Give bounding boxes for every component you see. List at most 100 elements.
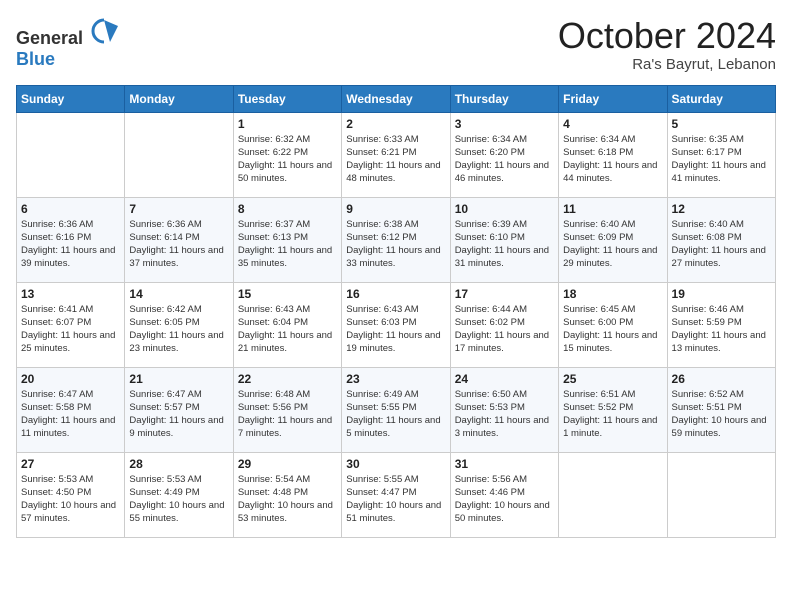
week-row-3: 13 Sunrise: 6:41 AMSunset: 6:07 PMDaylig…: [17, 282, 776, 367]
header-day-saturday: Saturday: [667, 85, 775, 112]
calendar-cell: 1 Sunrise: 6:32 AMSunset: 6:22 PMDayligh…: [233, 112, 341, 197]
day-detail: Sunrise: 6:41 AMSunset: 6:07 PMDaylight:…: [21, 303, 120, 356]
day-number: 29: [238, 457, 337, 471]
calendar-cell: 29 Sunrise: 5:54 AMSunset: 4:48 PMDaylig…: [233, 452, 341, 537]
day-number: 7: [129, 202, 228, 216]
day-number: 10: [455, 202, 554, 216]
day-detail: Sunrise: 5:54 AMSunset: 4:48 PMDaylight:…: [238, 473, 337, 526]
day-detail: Sunrise: 6:34 AMSunset: 6:18 PMDaylight:…: [563, 133, 662, 186]
day-number: 15: [238, 287, 337, 301]
calendar-cell: [559, 452, 667, 537]
calendar-cell: 14 Sunrise: 6:42 AMSunset: 6:05 PMDaylig…: [125, 282, 233, 367]
calendar-cell: 6 Sunrise: 6:36 AMSunset: 6:16 PMDayligh…: [17, 197, 125, 282]
day-detail: Sunrise: 6:40 AMSunset: 6:09 PMDaylight:…: [563, 218, 662, 271]
day-detail: Sunrise: 6:35 AMSunset: 6:17 PMDaylight:…: [672, 133, 771, 186]
week-row-5: 27 Sunrise: 5:53 AMSunset: 4:50 PMDaylig…: [17, 452, 776, 537]
day-detail: Sunrise: 6:43 AMSunset: 6:03 PMDaylight:…: [346, 303, 445, 356]
calendar-cell: 23 Sunrise: 6:49 AMSunset: 5:55 PMDaylig…: [342, 367, 450, 452]
day-number: 5: [672, 117, 771, 131]
day-detail: Sunrise: 6:42 AMSunset: 6:05 PMDaylight:…: [129, 303, 228, 356]
day-detail: Sunrise: 5:55 AMSunset: 4:47 PMDaylight:…: [346, 473, 445, 526]
day-detail: Sunrise: 6:47 AMSunset: 5:58 PMDaylight:…: [21, 388, 120, 441]
day-number: 22: [238, 372, 337, 386]
day-detail: Sunrise: 6:45 AMSunset: 6:00 PMDaylight:…: [563, 303, 662, 356]
calendar-cell: 10 Sunrise: 6:39 AMSunset: 6:10 PMDaylig…: [450, 197, 558, 282]
day-number: 3: [455, 117, 554, 131]
calendar-cell: 7 Sunrise: 6:36 AMSunset: 6:14 PMDayligh…: [125, 197, 233, 282]
week-row-2: 6 Sunrise: 6:36 AMSunset: 6:16 PMDayligh…: [17, 197, 776, 282]
calendar-cell: 2 Sunrise: 6:33 AMSunset: 6:21 PMDayligh…: [342, 112, 450, 197]
calendar-cell: 15 Sunrise: 6:43 AMSunset: 6:04 PMDaylig…: [233, 282, 341, 367]
day-number: 31: [455, 457, 554, 471]
calendar-cell: [667, 452, 775, 537]
week-row-1: 1 Sunrise: 6:32 AMSunset: 6:22 PMDayligh…: [17, 112, 776, 197]
day-detail: Sunrise: 6:43 AMSunset: 6:04 PMDaylight:…: [238, 303, 337, 356]
calendar-cell: [17, 112, 125, 197]
day-detail: Sunrise: 6:39 AMSunset: 6:10 PMDaylight:…: [455, 218, 554, 271]
calendar-cell: 31 Sunrise: 5:56 AMSunset: 4:46 PMDaylig…: [450, 452, 558, 537]
day-detail: Sunrise: 6:44 AMSunset: 6:02 PMDaylight:…: [455, 303, 554, 356]
header-day-sunday: Sunday: [17, 85, 125, 112]
day-number: 28: [129, 457, 228, 471]
calendar-table: SundayMondayTuesdayWednesdayThursdayFrid…: [16, 85, 776, 538]
calendar-cell: 11 Sunrise: 6:40 AMSunset: 6:09 PMDaylig…: [559, 197, 667, 282]
calendar-cell: 13 Sunrise: 6:41 AMSunset: 6:07 PMDaylig…: [17, 282, 125, 367]
calendar-cell: 22 Sunrise: 6:48 AMSunset: 5:56 PMDaylig…: [233, 367, 341, 452]
day-detail: Sunrise: 5:53 AMSunset: 4:50 PMDaylight:…: [21, 473, 120, 526]
day-number: 24: [455, 372, 554, 386]
day-number: 1: [238, 117, 337, 131]
day-detail: Sunrise: 6:37 AMSunset: 6:13 PMDaylight:…: [238, 218, 337, 271]
calendar-cell: 20 Sunrise: 6:47 AMSunset: 5:58 PMDaylig…: [17, 367, 125, 452]
header-day-friday: Friday: [559, 85, 667, 112]
calendar-cell: 12 Sunrise: 6:40 AMSunset: 6:08 PMDaylig…: [667, 197, 775, 282]
header-day-tuesday: Tuesday: [233, 85, 341, 112]
day-detail: Sunrise: 6:40 AMSunset: 6:08 PMDaylight:…: [672, 218, 771, 271]
header-day-monday: Monday: [125, 85, 233, 112]
title-block: October 2024 Ra's Bayrut, Lebanon: [558, 16, 776, 73]
day-number: 9: [346, 202, 445, 216]
month-title: October 2024: [558, 16, 776, 56]
day-detail: Sunrise: 6:52 AMSunset: 5:51 PMDaylight:…: [672, 388, 771, 441]
logo-blue: Blue: [16, 49, 55, 69]
day-number: 30: [346, 457, 445, 471]
day-detail: Sunrise: 6:50 AMSunset: 5:53 PMDaylight:…: [455, 388, 554, 441]
day-number: 2: [346, 117, 445, 131]
day-detail: Sunrise: 6:38 AMSunset: 6:12 PMDaylight:…: [346, 218, 445, 271]
day-detail: Sunrise: 5:53 AMSunset: 4:49 PMDaylight:…: [129, 473, 228, 526]
day-number: 27: [21, 457, 120, 471]
day-number: 17: [455, 287, 554, 301]
calendar-cell: 17 Sunrise: 6:44 AMSunset: 6:02 PMDaylig…: [450, 282, 558, 367]
day-number: 12: [672, 202, 771, 216]
location-title: Ra's Bayrut, Lebanon: [558, 56, 776, 73]
calendar-cell: 16 Sunrise: 6:43 AMSunset: 6:03 PMDaylig…: [342, 282, 450, 367]
calendar-cell: 3 Sunrise: 6:34 AMSunset: 6:20 PMDayligh…: [450, 112, 558, 197]
header-day-wednesday: Wednesday: [342, 85, 450, 112]
day-detail: Sunrise: 6:47 AMSunset: 5:57 PMDaylight:…: [129, 388, 228, 441]
calendar-cell: 30 Sunrise: 5:55 AMSunset: 4:47 PMDaylig…: [342, 452, 450, 537]
logo: General Blue: [16, 16, 118, 70]
logo-text: General Blue: [16, 16, 118, 70]
day-number: 8: [238, 202, 337, 216]
day-number: 21: [129, 372, 228, 386]
page-header: General Blue October 2024 Ra's Bayrut, L…: [16, 16, 776, 73]
week-row-4: 20 Sunrise: 6:47 AMSunset: 5:58 PMDaylig…: [17, 367, 776, 452]
calendar-cell: 19 Sunrise: 6:46 AMSunset: 5:59 PMDaylig…: [667, 282, 775, 367]
day-detail: Sunrise: 6:46 AMSunset: 5:59 PMDaylight:…: [672, 303, 771, 356]
day-detail: Sunrise: 6:51 AMSunset: 5:52 PMDaylight:…: [563, 388, 662, 441]
day-detail: Sunrise: 5:56 AMSunset: 4:46 PMDaylight:…: [455, 473, 554, 526]
calendar-cell: [125, 112, 233, 197]
day-detail: Sunrise: 6:48 AMSunset: 5:56 PMDaylight:…: [238, 388, 337, 441]
calendar-cell: 9 Sunrise: 6:38 AMSunset: 6:12 PMDayligh…: [342, 197, 450, 282]
day-detail: Sunrise: 6:36 AMSunset: 6:14 PMDaylight:…: [129, 218, 228, 271]
day-number: 4: [563, 117, 662, 131]
day-number: 14: [129, 287, 228, 301]
header-row: SundayMondayTuesdayWednesdayThursdayFrid…: [17, 85, 776, 112]
logo-icon: [90, 16, 118, 44]
header-day-thursday: Thursday: [450, 85, 558, 112]
day-number: 25: [563, 372, 662, 386]
calendar-cell: 25 Sunrise: 6:51 AMSunset: 5:52 PMDaylig…: [559, 367, 667, 452]
calendar-cell: 18 Sunrise: 6:45 AMSunset: 6:00 PMDaylig…: [559, 282, 667, 367]
day-detail: Sunrise: 6:49 AMSunset: 5:55 PMDaylight:…: [346, 388, 445, 441]
day-number: 6: [21, 202, 120, 216]
day-number: 23: [346, 372, 445, 386]
